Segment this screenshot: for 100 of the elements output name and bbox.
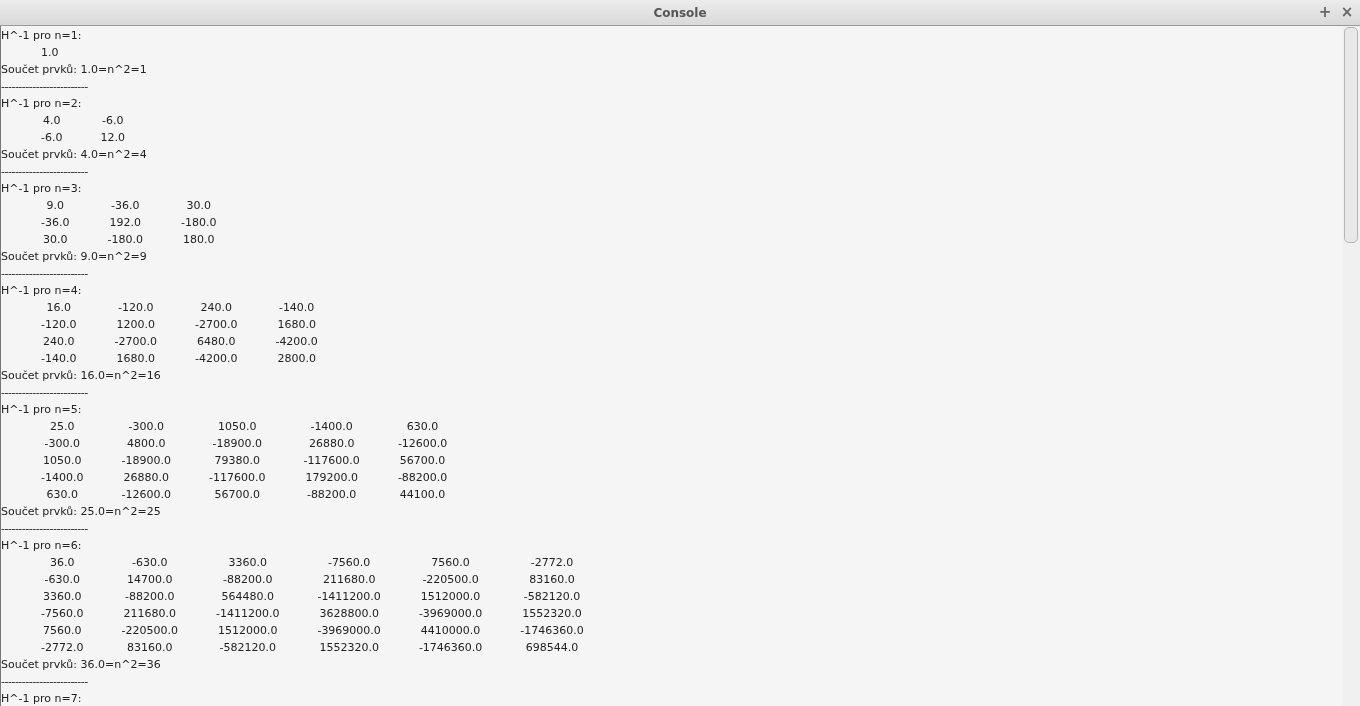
matrix-value: 180.0 — [181, 232, 216, 248]
matrix-value: -582120.0 — [218, 640, 277, 656]
output-line: Součet prvků: 36.0=n^2=36 — [1, 657, 162, 673]
matrix-value: 630.0 — [45, 487, 79, 503]
matrix-value: 2800.0 — [276, 351, 317, 367]
scrollbar[interactable] — [1342, 26, 1360, 706]
matrix-value: -1400.0 — [309, 419, 354, 435]
matrix-value: 179200.0 — [304, 470, 359, 486]
close-button[interactable]: × — [1338, 2, 1356, 22]
matrix-value: 26880.0 — [122, 470, 170, 486]
matrix-value: -1400.0 — [41, 470, 84, 486]
matrix-value: -630.0 — [130, 555, 169, 571]
output-line: Součet prvků: 4.0=n^2=4 — [1, 147, 148, 163]
matrix-value: 44100.0 — [398, 487, 447, 503]
matrix-value: -2772.0 — [41, 640, 84, 656]
matrix-value: 83160.0 — [528, 572, 576, 588]
output-line: H^-1 pro n=2: — [1, 96, 83, 112]
matrix-value: -2700.0 — [194, 317, 238, 333]
matrix-value: 1680.0 — [276, 317, 317, 333]
matrix-value: -18900.0 — [121, 453, 171, 469]
matrix-value: 4800.0 — [125, 436, 167, 452]
matrix-value: 192.0 — [108, 215, 142, 231]
matrix-value: 36.0 — [49, 555, 76, 571]
matrix-value: -1411200.0 — [317, 589, 381, 605]
matrix-value: -3969000.0 — [317, 623, 381, 639]
matrix-value: 30.0 — [185, 198, 212, 214]
matrix-value: 25.0 — [49, 419, 76, 435]
matrix-value: 12.0 — [100, 130, 125, 146]
scrollbar-thumb[interactable] — [1344, 27, 1358, 243]
matrix-value: -6.0 — [41, 130, 63, 146]
separator-line: ------------------------- — [1, 164, 89, 180]
matrix-value: 3360.0 — [227, 555, 268, 571]
matrix-value: 3628800.0 — [318, 606, 380, 622]
matrix-value: 79380.0 — [213, 453, 261, 469]
matrix-value: 83160.0 — [125, 640, 174, 656]
output-line: Součet prvků: 1.0=n^2=1 — [1, 62, 148, 78]
matrix-value: 1200.0 — [115, 317, 156, 333]
matrix-value: -7560.0 — [326, 555, 372, 571]
matrix-value: -120.0 — [41, 317, 77, 333]
matrix-value: 698544.0 — [524, 640, 580, 656]
matrix-value: -6.0 — [101, 113, 125, 129]
matrix-value: -140.0 — [277, 300, 316, 316]
output-line: H^-1 pro n=3: — [1, 181, 83, 197]
output-line: H^-1 pro n=1: — [1, 28, 83, 44]
matrix-value: 16.0 — [45, 300, 72, 316]
matrix-value: -1411200.0 — [215, 606, 280, 622]
matrix-value: 1680.0 — [115, 351, 156, 367]
output-line: Součet prvků: 16.0=n^2=16 — [1, 368, 162, 384]
matrix-value: -300.0 — [127, 419, 165, 435]
matrix-value: 7560.0 — [430, 555, 471, 571]
matrix-value: -2772.0 — [529, 555, 575, 571]
matrix-value: 9.0 — [45, 198, 65, 214]
matrix-value: 30.0 — [42, 232, 69, 248]
matrix-value: -1746360.0 — [418, 640, 483, 656]
matrix-value: -220500.0 — [421, 572, 480, 588]
matrix-value: -4200.0 — [275, 334, 318, 350]
matrix-value: -2700.0 — [114, 334, 157, 350]
matrix-value: 1050.0 — [42, 453, 83, 469]
matrix-value: 240.0 — [199, 300, 233, 316]
matrix-value: 1552320.0 — [521, 606, 583, 622]
separator-line: ------------------------- — [1, 674, 89, 690]
matrix-value: -4200.0 — [194, 351, 238, 367]
matrix-value: 564480.0 — [220, 589, 275, 605]
matrix-value: 211680.0 — [321, 572, 377, 588]
output-line: H^-1 pro n=5: — [1, 402, 83, 418]
output-line: Součet prvků: 9.0=n^2=9 — [1, 249, 148, 265]
matrix-value: -12600.0 — [121, 487, 171, 503]
matrix-value: -88200.0 — [397, 470, 448, 486]
matrix-value: -88200.0 — [305, 487, 358, 503]
matrix-value: 1512000.0 — [216, 623, 279, 639]
matrix-value: -18900.0 — [211, 436, 263, 452]
separator-line: ------------------------- — [1, 79, 89, 95]
matrix-value: 3360.0 — [42, 589, 83, 605]
matrix-value: -180.0 — [180, 215, 217, 231]
matrix-value: -117600.0 — [208, 470, 266, 486]
matrix-value: -3969000.0 — [418, 606, 483, 622]
matrix-value: 1512000.0 — [419, 589, 482, 605]
matrix-value: 6480.0 — [195, 334, 237, 350]
matrix-value: -630.0 — [43, 572, 81, 588]
matrix-value: -88200.0 — [123, 589, 176, 605]
matrix-value: 56700.0 — [398, 453, 447, 469]
matrix-value: 4.0 — [42, 113, 62, 129]
matrix-value: -36.0 — [109, 198, 141, 214]
matrix-value: 1050.0 — [216, 419, 258, 435]
separator-line: ------------------------- — [1, 385, 89, 401]
window-title: Console — [653, 5, 707, 20]
matrix-value: -120.0 — [116, 300, 155, 316]
matrix-value: 14700.0 — [125, 572, 174, 588]
add-button[interactable]: + — [1316, 2, 1334, 22]
matrix-value: 26880.0 — [307, 436, 356, 452]
separator-line: ------------------------- — [1, 521, 89, 537]
matrix-value: -36.0 — [41, 215, 70, 231]
matrix-value: -220500.0 — [121, 623, 178, 639]
output-line: Součet prvků: 25.0=n^2=25 — [1, 504, 162, 520]
separator-line: ------------------------- — [1, 266, 89, 282]
matrix-value: 240.0 — [42, 334, 76, 350]
matrix-value: -180.0 — [107, 232, 143, 248]
matrix-value: -300.0 — [43, 436, 81, 452]
output-line: H^-1 pro n=4: — [1, 283, 83, 299]
matrix-value: 630.0 — [405, 419, 440, 435]
